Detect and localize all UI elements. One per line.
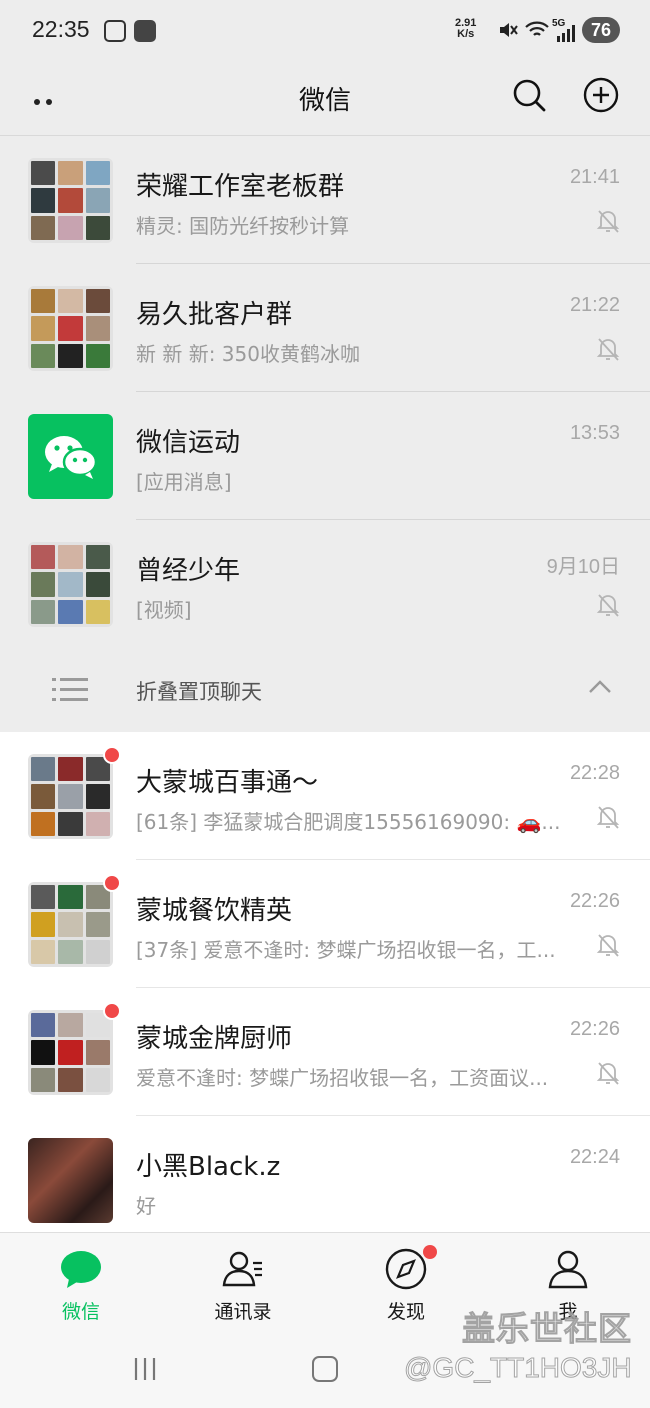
person-icon xyxy=(548,1250,588,1289)
chat-preview: 精灵: 国防光纤按秒计算 xyxy=(136,214,350,238)
chat-preview: [37条] 爱意不逢时: 梦蝶广场招收银一名，工... xyxy=(136,938,556,962)
network-speed-unit: K/s xyxy=(457,28,475,40)
header-bar: 微信 xyxy=(0,60,650,136)
wechat-sport-avatar xyxy=(28,414,113,499)
chat-row[interactable]: 蒙城金牌厨师 爱意不逢时: 梦蝶广场招收银一名，工资面议... 22:26 xyxy=(0,988,650,1116)
chat-time: 22:28 xyxy=(569,762,620,784)
mute-bell-icon xyxy=(596,934,620,957)
chat-name: 小黑Black.z xyxy=(136,1152,281,1182)
chat-row[interactable]: 大蒙城百事通～ [61条] 李猛蒙城合肥调度15556169090: 🚗... … xyxy=(0,732,650,860)
chat-name: 微信运动 xyxy=(136,428,241,458)
status-bar: 22:35 2.91 K/s 5G 76 xyxy=(0,0,650,60)
status-time: 22:35 xyxy=(32,16,90,42)
chat-row[interactable]: 小黑Black.z 好 22:24 xyxy=(0,1116,650,1244)
screen-capture-icon xyxy=(104,20,126,42)
chat-row[interactable]: 曾经少年 [视频] 9月10日 xyxy=(0,520,650,648)
home-button-icon[interactable] xyxy=(312,1356,338,1382)
group-avatar xyxy=(28,882,113,967)
group-avatar xyxy=(28,158,113,243)
unread-dot xyxy=(103,746,121,764)
watermark-community: 盖乐世社区 xyxy=(462,1309,632,1349)
page-title: 微信 xyxy=(298,86,351,116)
chat-row[interactable]: 蒙城餐饮精英 [37条] 爱意不逢时: 梦蝶广场招收银一名，工... 22:26 xyxy=(0,860,650,988)
tab-chats[interactable]: 微信 xyxy=(0,1233,162,1333)
tab-contacts[interactable]: 通讯录 xyxy=(162,1233,324,1333)
chat-preview: [61条] 李猛蒙城合肥调度15556169090: 🚗... xyxy=(136,810,561,834)
search-icon[interactable] xyxy=(510,76,548,114)
group-avatar xyxy=(28,754,113,839)
chat-time: 21:41 xyxy=(569,166,620,188)
network-speed: 2.91 K/s xyxy=(455,18,476,40)
mute-status-icon xyxy=(500,23,518,37)
chat-name: 大蒙城百事通～ xyxy=(136,768,319,798)
chat-name: 易久批客户群 xyxy=(136,300,293,330)
unread-dot xyxy=(103,1002,121,1020)
compass-icon xyxy=(385,1248,427,1290)
fold-label: 折叠置顶聊天 xyxy=(136,680,262,704)
list-icon xyxy=(52,678,88,701)
mute-bell-icon xyxy=(596,594,620,617)
add-plus-icon[interactable] xyxy=(582,76,620,114)
tab-label: 通讯录 xyxy=(214,1301,272,1323)
chat-row[interactable]: 微信运动 [应用消息] 13:53 xyxy=(0,392,650,520)
watermark-handle: @GC_TT1HO3JH xyxy=(404,1352,633,1384)
chat-name: 蒙城餐饮精英 xyxy=(136,896,293,926)
chat-time: 22:26 xyxy=(569,890,620,912)
chat-preview: [应用消息] xyxy=(136,470,232,494)
chat-list: 大蒙城百事通～ [61条] 李猛蒙城合肥调度15556169090: 🚗... … xyxy=(0,732,650,1232)
user-avatar xyxy=(28,1138,113,1223)
fold-pinned-chats-button[interactable]: 折叠置顶聊天 xyxy=(0,648,650,732)
chat-time: 9月10日 xyxy=(546,556,620,578)
unread-dot xyxy=(103,874,121,892)
chat-name: 曾经少年 xyxy=(136,556,241,586)
wifi-icon xyxy=(525,21,549,36)
signal-icon xyxy=(557,25,575,42)
contacts-icon xyxy=(222,1251,262,1287)
mute-bell-icon xyxy=(596,806,620,829)
mute-bell-icon xyxy=(596,210,620,233)
chat-bubble-icon xyxy=(61,1251,101,1288)
chat-time: 21:22 xyxy=(569,294,620,316)
chat-time: 13:53 xyxy=(569,422,620,444)
discover-notification-dot xyxy=(423,1245,437,1259)
chat-preview: 新 新 新: 350收黄鹤冰咖 xyxy=(136,342,360,366)
group-avatar xyxy=(28,542,113,627)
chevron-up-icon xyxy=(589,680,611,693)
tab-label: 微信 xyxy=(61,1301,100,1323)
group-avatar xyxy=(28,1010,113,1095)
chat-preview: 爱意不逢时: 梦蝶广场招收银一名，工资面议... xyxy=(136,1066,549,1090)
mute-bell-icon xyxy=(596,338,620,361)
group-avatar xyxy=(28,286,113,371)
chat-preview: [视频] xyxy=(136,598,192,622)
pinned-chats-section: 荣耀工作室老板群 精灵: 国防光纤按秒计算 21:41 易久批客户群 新 新 新… xyxy=(0,136,650,732)
chat-name: 蒙城金牌厨师 xyxy=(136,1024,293,1054)
battery-indicator: 76 xyxy=(582,17,620,43)
wechat-logo-icon xyxy=(45,436,98,479)
recent-apps-icon[interactable] xyxy=(132,1356,158,1382)
app-notification-icon xyxy=(134,20,156,42)
chat-time: 22:26 xyxy=(569,1018,620,1040)
chat-name: 荣耀工作室老板群 xyxy=(136,172,345,202)
mute-bell-icon xyxy=(596,1062,620,1085)
chat-time: 22:24 xyxy=(569,1146,620,1168)
chat-preview: 好 xyxy=(136,1194,156,1218)
chat-row[interactable]: 易久批客户群 新 新 新: 350收黄鹤冰咖 21:22 xyxy=(0,264,650,392)
chat-row[interactable]: 荣耀工作室老板群 精灵: 国防光纤按秒计算 21:41 xyxy=(0,136,650,264)
